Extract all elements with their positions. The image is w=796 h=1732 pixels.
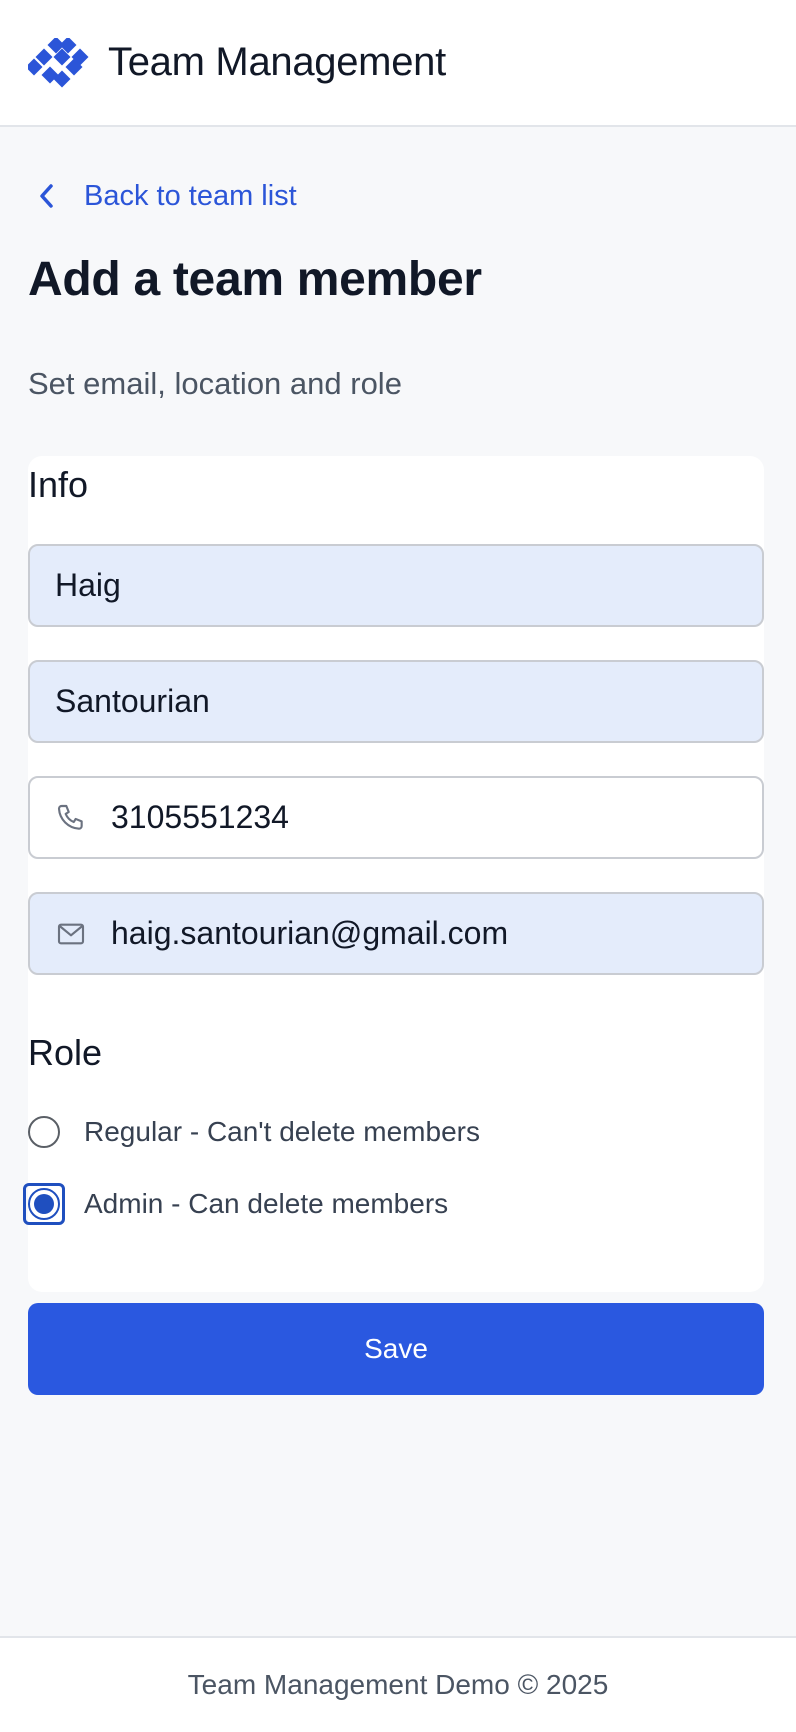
last-name-field[interactable]: Santourian [28,660,764,743]
role-option-admin[interactable]: Admin - Can delete members [23,1180,449,1228]
last-name-value: Santourian [55,683,210,719]
role-option-regular[interactable]: Regular - Can't delete members [28,1108,480,1156]
info-section-title: Info [28,464,89,505]
email-field[interactable]: haig.santourian@gmail.com [28,892,764,975]
admin-radio-focus-ring [23,1183,65,1225]
role-section-title: Role [28,1032,103,1073]
phone-value: 3105551234 [111,799,289,835]
chevron-left-icon [40,184,53,208]
regular-radio[interactable] [28,1116,60,1148]
footer-text: Team Management Demo © 2025 [187,1669,609,1700]
back-link-label: Back to team list [84,179,297,212]
page-title: Add a team member [28,253,482,306]
app-title: Team Management [108,40,446,84]
first-name-field[interactable]: Haig [28,544,764,627]
mail-icon [57,923,85,944]
page-subtitle: Set email, location and role [28,366,402,401]
first-name-value: Haig [55,567,121,603]
logo-icon [28,37,89,87]
admin-radio-label: Admin - Can delete members [84,1188,449,1219]
phone-field[interactable]: 3105551234 [28,776,764,859]
email-value: haig.santourian@gmail.com [111,915,509,951]
back-to-team-list-link[interactable]: Back to team list [36,176,297,216]
member-form-card: Info Haig Santourian 3105551234 haig.san… [23,456,764,1292]
app-header: Team Management [0,0,796,127]
save-button[interactable]: Save [28,1303,764,1395]
radio-selected-dot [34,1194,54,1214]
admin-radio[interactable] [28,1188,60,1220]
phone-icon [57,804,83,830]
regular-radio-label: Regular - Can't delete members [84,1116,480,1147]
page-footer: Team Management Demo © 2025 [0,1636,796,1732]
